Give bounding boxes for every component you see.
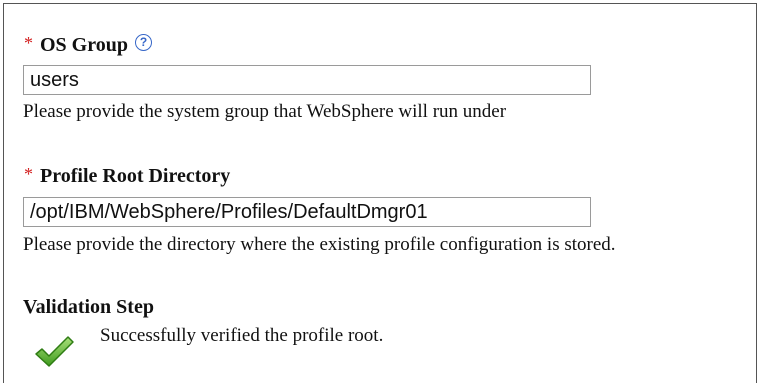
- checkmark-icon: [35, 336, 74, 367]
- profile-root-description: Please provide the directory where the e…: [23, 234, 616, 255]
- os-group-input[interactable]: [23, 65, 591, 95]
- profile-root-label: Profile Root Directory: [40, 165, 231, 187]
- os-group-label-row: * OS Group ?: [24, 33, 152, 57]
- os-group-label: OS Group: [40, 34, 128, 56]
- profile-root-label-row: * Profile Root Directory: [24, 164, 231, 188]
- validation-step-heading: Validation Step: [23, 296, 154, 318]
- required-marker: *: [24, 33, 33, 53]
- profile-root-input[interactable]: [23, 197, 591, 227]
- required-marker: *: [24, 164, 33, 184]
- help-icon[interactable]: ?: [135, 34, 152, 51]
- os-group-description: Please provide the system group that Web…: [23, 101, 507, 122]
- validation-message: Successfully verified the profile root.: [100, 325, 384, 346]
